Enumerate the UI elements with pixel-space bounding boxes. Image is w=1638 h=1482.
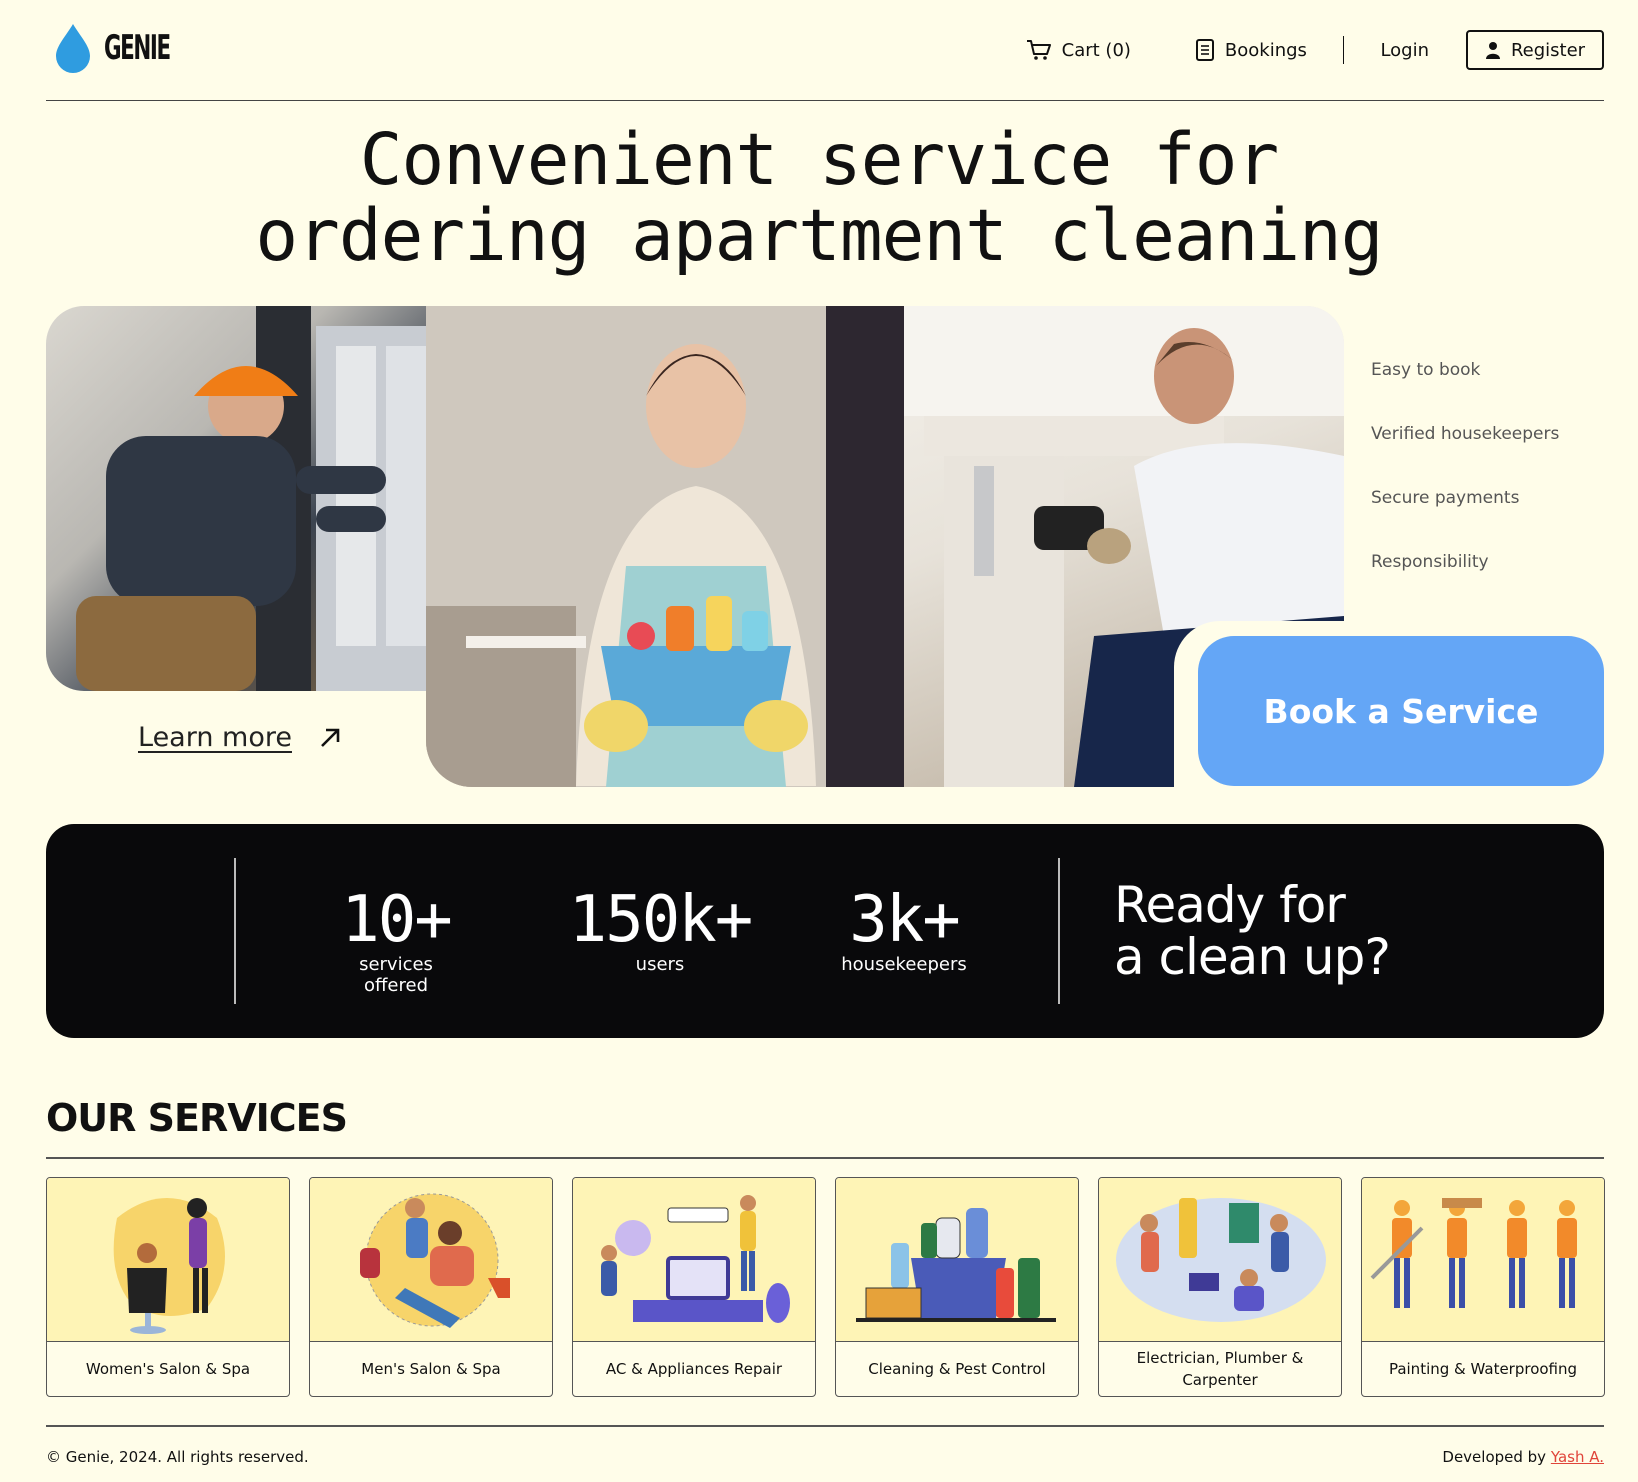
footer-divider <box>46 1425 1604 1427</box>
cleaner-photo <box>426 306 966 787</box>
service-card-mens-salon[interactable]: Men's Salon & Spa <box>309 1177 553 1397</box>
learn-more-label: Learn more <box>138 722 292 753</box>
service-card-womens-salon[interactable]: Women's Salon & Spa <box>46 1177 290 1397</box>
service-card-cleaning[interactable]: Cleaning & Pest Control <box>835 1177 1079 1397</box>
developer-link[interactable]: Yash A. <box>1551 1448 1604 1466</box>
developed-by-label: Developed by <box>1442 1448 1547 1466</box>
bookings-label: Bookings <box>1224 39 1307 61</box>
cleaner-illustration <box>426 306 966 787</box>
womens-salon-illustration <box>47 1178 289 1342</box>
feature-item: Verified housekeepers <box>1371 424 1560 444</box>
electrician-photo <box>46 306 466 691</box>
receipt-icon <box>1195 39 1214 61</box>
services-divider <box>46 1157 1604 1159</box>
developer-credit: Developed by Yash A. <box>1442 1448 1604 1466</box>
electrician-illustration <box>1099 1178 1341 1342</box>
bookings-link[interactable]: Bookings <box>1195 38 1307 62</box>
hero-collage: Learn more <box>46 306 1344 787</box>
service-label: AC & Appliances Repair <box>605 1360 783 1378</box>
ready-line1: Ready for <box>1114 876 1346 934</box>
register-button[interactable]: Register <box>1466 30 1604 70</box>
nav: Cart (0) Bookings Login Register <box>1026 30 1604 70</box>
services-grid: Women's Salon & Spa Men's Salon & Spa AC… <box>46 1177 1605 1397</box>
feature-item: Easy to book <box>1371 360 1481 380</box>
logo[interactable]: GENIE <box>54 22 198 74</box>
service-label: Painting & Waterproofing <box>1388 1360 1578 1378</box>
logo-text: GENIE <box>104 28 171 68</box>
stat-users: 150k+ users <box>560 884 760 975</box>
stat-label: users <box>635 954 685 975</box>
service-card-painting[interactable]: Painting & Waterproofing <box>1361 1177 1605 1397</box>
stats-panel: 10+ services offered 150k+ users 3k+ hou… <box>46 824 1604 1038</box>
features-list: Easy to book Verified housekeepers Secur… <box>1371 360 1559 616</box>
stat-label: housekeepers <box>841 954 967 975</box>
nav-divider <box>1342 36 1345 64</box>
service-label: Women's Salon & Spa <box>85 1360 251 1378</box>
login-label: Login <box>1380 39 1429 61</box>
ready-heading: Ready for a clean up? <box>1114 876 1391 986</box>
hero-title-line1: Convenient service for <box>359 118 1279 201</box>
cart-label: Cart (0) <box>1061 39 1131 61</box>
stats-divider <box>1058 858 1060 1004</box>
user-icon <box>1485 42 1500 59</box>
hero-title: Convenient service for ordering apartmen… <box>0 122 1638 274</box>
feature-item: Responsibility <box>1371 552 1489 572</box>
droplet-icon <box>56 24 90 73</box>
electrician-illustration <box>76 306 466 691</box>
stat-value: 3k+ <box>849 883 961 957</box>
book-service-button[interactable]: Book a Service <box>1198 636 1604 786</box>
service-card-ac-repair[interactable]: AC & Appliances Repair <box>572 1177 816 1397</box>
stat-housekeepers: 3k+ housekeepers <box>836 884 972 975</box>
stat-services: 10+ services offered <box>326 884 466 996</box>
services-title: OUR SERVICES <box>46 1096 348 1140</box>
service-card-electrician[interactable]: Electrician, Plumber & Carpenter <box>1098 1177 1342 1397</box>
stat-value: 10+ <box>341 883 453 957</box>
ready-line2: a clean up? <box>1114 928 1391 986</box>
service-label: Electrician, Plumber & Carpenter <box>1136 1349 1304 1389</box>
login-link[interactable]: Login <box>1380 40 1429 61</box>
header: GENIE Cart (0) Bookings Login Register <box>46 0 1604 101</box>
service-label: Cleaning & Pest Control <box>868 1360 1046 1378</box>
service-label: Men's Salon & Spa <box>361 1360 501 1378</box>
stat-label: services offered <box>359 954 433 996</box>
painting-illustration <box>1362 1178 1604 1342</box>
cleaning-illustration <box>836 1178 1078 1342</box>
learn-more-link[interactable]: Learn more <box>138 722 342 753</box>
ac-repair-illustration <box>573 1178 815 1342</box>
stat-value: 150k+ <box>568 883 754 957</box>
hero-title-line2: ordering apartment cleaning <box>255 194 1383 277</box>
cart-icon <box>1026 40 1051 60</box>
mens-salon-illustration <box>310 1178 552 1342</box>
cart-link[interactable]: Cart (0) <box>1026 39 1131 61</box>
copyright: © Genie, 2024. All rights reserved. <box>46 1448 309 1466</box>
stats-divider <box>234 858 236 1004</box>
feature-item: Secure payments <box>1371 488 1520 508</box>
arrow-up-right-icon <box>321 728 340 747</box>
register-label: Register <box>1510 39 1586 61</box>
